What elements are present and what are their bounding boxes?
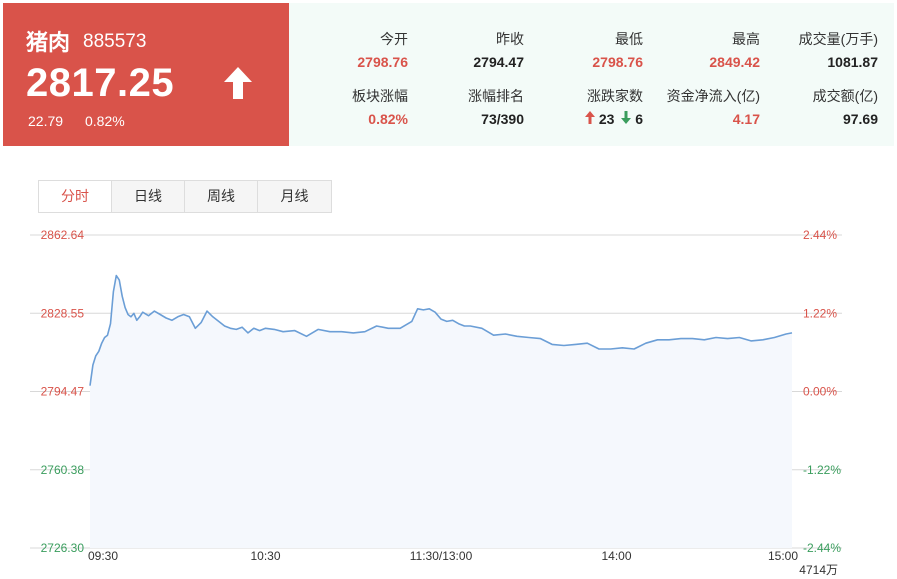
stat-label: 最低 xyxy=(615,31,643,47)
stat-high: 最高 2849.42 xyxy=(709,29,760,70)
stat-value: 4.17 xyxy=(732,111,760,127)
y-tick-label-right: 1.22% xyxy=(803,306,837,320)
stat-net-inflow: 资金净流入(亿) 4.17 xyxy=(667,86,760,127)
stat-label: 今开 xyxy=(380,31,408,47)
current-price: 2817.25 xyxy=(26,61,175,105)
stat-label: 成交额(亿) xyxy=(812,88,878,104)
y-tick-label-right: 0.00% xyxy=(803,385,837,399)
tab-daily[interactable]: 日线 xyxy=(112,181,185,212)
stat-value: 2798.76 xyxy=(357,54,408,70)
y-tick-label: 2862.64 xyxy=(41,228,85,242)
y-tick-label: 2828.55 xyxy=(41,306,85,320)
stat-label: 板块涨幅 xyxy=(352,88,408,104)
sector-code: 885573 xyxy=(83,31,147,52)
stat-label: 昨收 xyxy=(496,31,524,47)
stat-advance-decline: 涨跌家数 23 6 xyxy=(584,86,643,127)
intraday-chart: 2862.64 2.44% 2828.55 1.22% 2794.47 0.00% 2760… xyxy=(30,228,842,577)
stat-gain-rank: 涨幅排名 73/390 xyxy=(468,86,524,127)
y-tick-label-right: 2.44% xyxy=(803,228,837,242)
tab-monthly[interactable]: 月线 xyxy=(258,181,331,212)
x-tick-label: 14:00 xyxy=(601,549,631,563)
stat-value: 2794.47 xyxy=(473,54,524,70)
down-arrow-icon xyxy=(621,111,632,124)
x-tick-label: 15:00 xyxy=(768,549,798,563)
advance-count: 23 xyxy=(598,111,615,127)
x-tick-label: 10:30 xyxy=(250,549,280,563)
y-tick-label: 2794.47 xyxy=(41,385,85,399)
up-arrow-icon xyxy=(584,111,595,124)
quote-panel: 猪肉 885573 2817.25 22.79 0.82% xyxy=(3,3,289,146)
stat-value: 73/390 xyxy=(481,111,524,127)
stat-label: 涨幅排名 xyxy=(468,88,524,104)
stat-label: 最高 xyxy=(732,31,760,47)
price-change: 22.79 xyxy=(28,113,64,129)
stat-sector-gain: 板块涨幅 0.82% xyxy=(352,86,408,127)
stat-label: 成交量(万手) xyxy=(798,31,878,47)
chart-period-tabs: 分时 日线 周线 月线 xyxy=(38,180,332,213)
tab-weekly[interactable]: 周线 xyxy=(185,181,258,212)
volume-label: 4714万 xyxy=(799,563,838,577)
stat-turnover: 成交额(亿) 97.69 xyxy=(813,86,878,127)
stat-low: 最低 2798.76 xyxy=(592,29,643,70)
price-area xyxy=(90,275,792,548)
decline-count: 6 xyxy=(635,111,643,127)
y-tick-label: 2726.30 xyxy=(41,541,85,555)
stat-volume: 成交量(万手) 1081.87 xyxy=(799,29,878,70)
sector-name: 猪肉 xyxy=(26,30,71,55)
stat-label: 资金净流入(亿) xyxy=(666,88,760,104)
stat-label: 涨跌家数 xyxy=(587,88,643,104)
stat-value: 2849.42 xyxy=(709,54,760,70)
price-change-pct: 0.82% xyxy=(85,113,125,129)
stat-open: 今开 2798.76 xyxy=(357,29,408,70)
x-tick-label: 09:30 xyxy=(88,549,118,563)
advance-decline-values: 23 6 xyxy=(584,111,643,127)
up-arrow-icon xyxy=(221,65,255,106)
stat-value: 1081.87 xyxy=(827,54,878,70)
y-tick-label-right: -2.44% xyxy=(803,541,841,555)
y-tick-label-right: -1.22% xyxy=(803,463,841,477)
y-tick-label: 2760.38 xyxy=(41,463,85,477)
stats-panel: 今开 2798.76 昨收 2794.47 最低 2798.76 最高 2849… xyxy=(289,3,894,146)
stat-value: 0.82% xyxy=(368,111,408,127)
tab-intraday[interactable]: 分时 xyxy=(39,181,112,212)
stat-value: 2798.76 xyxy=(592,54,643,70)
stat-prev-close: 昨收 2794.47 xyxy=(473,29,524,70)
x-tick-label: 11:30/13:00 xyxy=(410,549,473,563)
stat-value: 97.69 xyxy=(842,111,878,127)
